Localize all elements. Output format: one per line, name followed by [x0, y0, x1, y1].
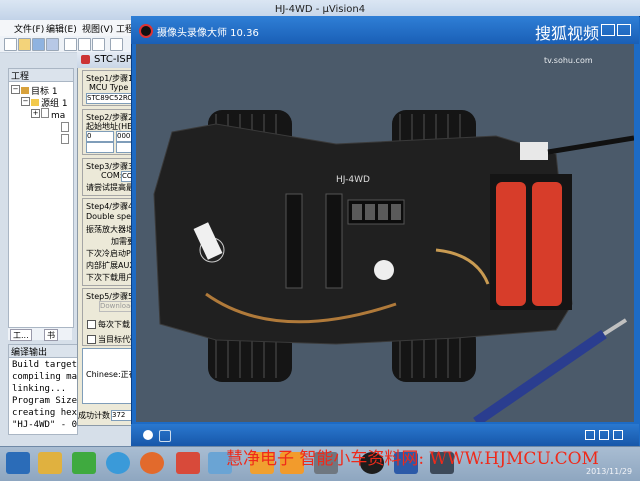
snapshot-icon[interactable] [585, 430, 595, 440]
car-board-image: HJ-4WD [136, 44, 634, 422]
fullscreen-icon[interactable] [613, 430, 623, 440]
video-player-title: 摄像头录像大师 10.36 [157, 28, 259, 39]
auto-download-label: 每次下载 [98, 320, 130, 329]
menu-edit[interactable]: 编辑(E) [46, 22, 77, 35]
stc-app-icon [81, 55, 90, 64]
tree-item-main-label: ma [51, 111, 66, 121]
project-panel-header: 工程 [8, 68, 74, 82]
close-icon[interactable] [617, 24, 631, 36]
open-folder-icon[interactable] [18, 38, 31, 51]
tab-project[interactable]: 工... [10, 329, 32, 341]
auto-download-checkbox[interactable] [87, 320, 96, 329]
success-count-label: 成功计数 [78, 411, 110, 420]
media-player-icon[interactable] [72, 452, 96, 474]
menu-file[interactable]: 文件(F) [14, 22, 44, 35]
step4-option: 下次冷启动P1 [86, 249, 136, 258]
file-icon[interactable] [61, 122, 69, 132]
build-line: compiling ma [12, 372, 78, 382]
app-icon[interactable] [106, 452, 130, 474]
tree-item-main[interactable]: ma [41, 108, 65, 121]
expand-icon[interactable]: + [31, 109, 40, 118]
app-icon[interactable] [176, 452, 200, 474]
start-address-field[interactable]: 0 [86, 131, 114, 142]
settings-icon[interactable] [599, 430, 609, 440]
clock-date: 2013/11/29 [586, 467, 633, 476]
windows-start-icon[interactable] [6, 452, 30, 474]
explorer-icon[interactable] [38, 452, 62, 474]
video-frame: HJ-4WD tv.sohu.com [136, 44, 634, 422]
app-icon[interactable] [140, 452, 164, 474]
step4-label: Step4/步骤4: [86, 202, 136, 211]
file-icon [41, 108, 49, 118]
step4-option: 内部扩展AUX- [86, 261, 138, 270]
step4-option: 振荡放大器增 [86, 225, 134, 234]
collapse-icon[interactable]: − [21, 97, 30, 106]
step3-note: 请尝试提高最 [86, 183, 134, 192]
mcu-type-label: MCU Type [89, 83, 129, 92]
record-icon[interactable] [143, 430, 153, 440]
cut-icon[interactable] [64, 38, 77, 51]
tab-books[interactable]: 书 [44, 329, 58, 341]
sohu-url: tv.sohu.com [544, 56, 593, 65]
build-line: "HJ-4WD" - 0 [12, 420, 78, 430]
file-icon[interactable] [61, 134, 69, 144]
stc-isp-title: STC-ISP [94, 54, 132, 65]
video-player-title-bar: 摄像头录像大师 10.36 搜狐视频 [131, 16, 639, 44]
board-label: HJ-4WD [336, 175, 370, 185]
project-panel-tabs: 工... 书 [8, 328, 72, 341]
copy-icon[interactable] [78, 38, 91, 51]
build-output-panel: Build target compiling ma linking... Pro… [8, 357, 78, 435]
uvision-title: HJ-4WD - µVision4 [274, 4, 366, 15]
save-icon[interactable] [32, 38, 45, 51]
com-label: COM: [101, 171, 123, 180]
paste-icon[interactable] [92, 38, 105, 51]
build-line: Program Size [12, 396, 78, 406]
new-file-icon[interactable] [4, 38, 17, 51]
step4-option: 下次下载用户 [86, 273, 134, 282]
menu-view[interactable]: 视图(V) [82, 22, 113, 35]
save-all-icon[interactable] [46, 38, 59, 51]
build-line: linking... [12, 384, 67, 394]
build-line: creating hex [12, 408, 78, 418]
camera-app-icon [139, 24, 153, 38]
folder-icon [31, 99, 39, 106]
project-panel: − 目标 1 − 源组 1 + ma [8, 81, 74, 328]
sohu-video-logo: 搜狐视频 [535, 24, 600, 43]
build-output-header: 编译输出 [8, 344, 78, 358]
collapse-icon[interactable]: − [11, 85, 20, 94]
minimize-icon[interactable] [601, 24, 615, 36]
watermark-text: 慧净电子 智能小车资料网: WWW.HJMCU.COM [226, 449, 599, 469]
pause-icon[interactable] [159, 430, 171, 442]
undo-icon[interactable] [110, 38, 123, 51]
target-code-checkbox[interactable] [87, 335, 96, 344]
build-line: Build target [12, 360, 78, 370]
address-field-2[interactable] [86, 142, 114, 153]
video-control-bar [131, 424, 639, 446]
target-icon [21, 87, 29, 94]
status-text: Chinese:正在 [86, 370, 137, 379]
